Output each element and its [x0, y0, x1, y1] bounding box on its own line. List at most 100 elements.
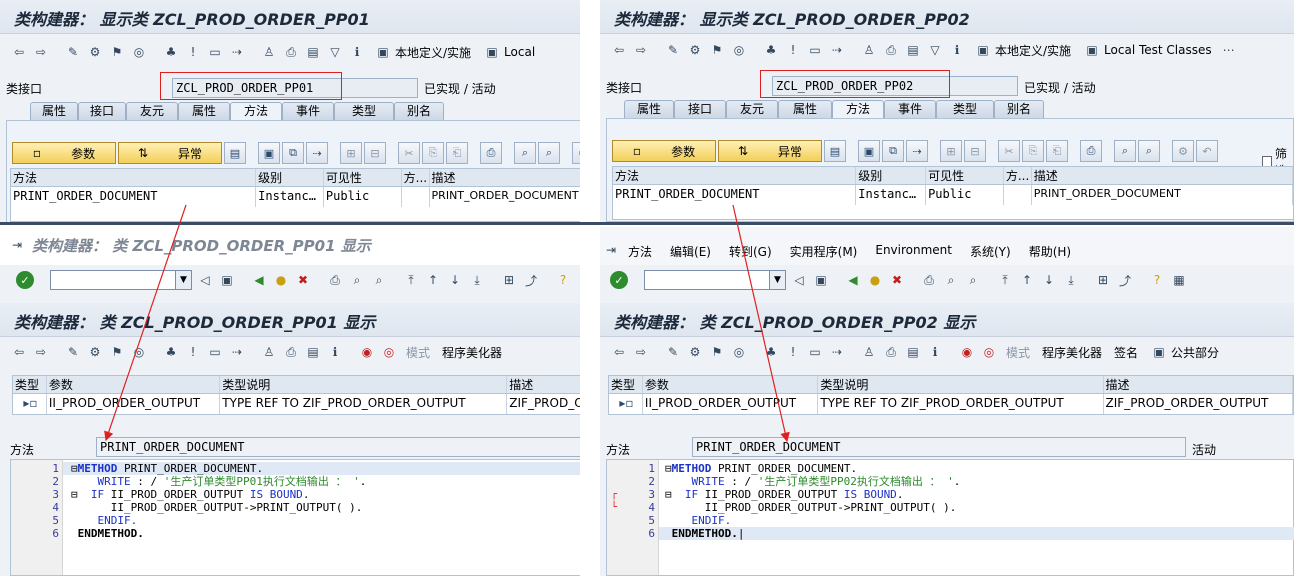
info-icon[interactable]: ℹ — [348, 43, 366, 61]
cell-description[interactable]: ZIF_PROD_ORDER_OUTPUT — [1104, 394, 1293, 414]
cell-description[interactable]: PRINT_ORDER_DOCUMENT — [430, 187, 580, 207]
find-icon[interactable]: ⌕ — [1114, 140, 1136, 162]
navigate-object-icon[interactable]: ⇢ — [306, 142, 328, 164]
window-icon[interactable]: ▤ — [304, 43, 322, 61]
find-next-icon[interactable]: ⌕ — [538, 142, 560, 164]
window-icon[interactable]: ▤ — [304, 343, 322, 361]
menu-system[interactable]: 系统(Y) — [970, 243, 1011, 260]
navigate-icon[interactable]: ⇢ — [228, 343, 246, 361]
filter-icon[interactable]: ▽ — [326, 43, 344, 61]
find-icon[interactable]: ⌕ — [348, 271, 366, 289]
tab-attributes-2[interactable]: 属性 — [178, 102, 230, 120]
col-description[interactable]: 描述 — [1104, 376, 1293, 393]
cut-icon[interactable]: ✂ — [398, 142, 420, 164]
back-arrow-icon[interactable]: ⇦ — [610, 343, 628, 361]
command-field[interactable]: ▼ — [644, 270, 786, 290]
find-next-icon[interactable]: ⌕ — [964, 271, 982, 289]
settings-icon[interactable]: ⚙ — [572, 142, 580, 164]
activate-icon[interactable]: ⚑ — [108, 343, 126, 361]
activate-icon[interactable]: ⚑ — [708, 41, 726, 59]
save-icon[interactable]: ▣ — [218, 271, 236, 289]
tree-icon[interactable]: ♙ — [860, 343, 878, 361]
back-arrow-icon[interactable]: ⇦ — [10, 43, 28, 61]
detail-view-icon[interactable]: ▤ — [224, 142, 246, 164]
insert-row-icon[interactable]: ⊞ — [340, 142, 362, 164]
prev-page-icon[interactable]: ↑ — [424, 271, 442, 289]
exit-yellow-icon[interactable]: ● — [272, 271, 290, 289]
delete-breakpoint-icon[interactable]: ◎ — [380, 343, 398, 361]
next-page-icon[interactable]: ↓ — [446, 271, 464, 289]
back-green-icon[interactable]: ◀ — [250, 271, 268, 289]
cell-method[interactable]: PRINT_ORDER_DOCUMENT — [613, 185, 857, 205]
command-dropdown-icon[interactable]: ▼ — [175, 271, 191, 289]
navigate-icon[interactable]: ⇢ — [828, 343, 846, 361]
col-visibility[interactable]: 可见性 — [324, 169, 402, 186]
help-icon[interactable]: ? — [554, 271, 572, 289]
last-page-icon[interactable]: ⤓ — [1062, 271, 1080, 289]
delete-breakpoint-icon[interactable]: ◎ — [980, 343, 998, 361]
tab-attributes-1[interactable]: 属性 — [30, 102, 78, 120]
first-page-icon[interactable]: ⤒ — [996, 271, 1014, 289]
activate-icon[interactable]: ⚑ — [708, 343, 726, 361]
copy-object-icon[interactable]: ⧉ — [882, 140, 904, 162]
copy-icon[interactable]: ⎘ — [422, 142, 444, 164]
tab-aliases[interactable]: 别名 — [394, 102, 444, 120]
table-row[interactable]: ▸▫ II_PROD_ORDER_OUTPUT TYPE REF TO ZIF_… — [609, 394, 1293, 414]
undo-icon[interactable]: ↶ — [1196, 140, 1218, 162]
back-green-icon[interactable]: ◀ — [844, 271, 862, 289]
command-field[interactable]: ▼ — [50, 270, 192, 290]
print-icon[interactable]: ⎙ — [882, 41, 900, 59]
cell-level[interactable]: Instanc… — [256, 187, 324, 207]
display-object-icon[interactable]: ▭ — [206, 343, 224, 361]
local-button[interactable]: ▣ Local — [479, 42, 539, 62]
col-method-type[interactable]: 方... — [402, 169, 430, 186]
source-code[interactable]: ⊟METHOD PRINT_ORDER_DOCUMENT. WRITE : / … — [665, 462, 960, 540]
more-icon[interactable]: ⋯ — [1220, 41, 1238, 59]
col-method[interactable]: 方法 — [11, 169, 257, 186]
filter-icon[interactable]: ▽ — [926, 41, 944, 59]
window-icon[interactable]: ▤ — [904, 343, 922, 361]
forward-arrow-icon[interactable]: ⇨ — [632, 41, 650, 59]
cell-method[interactable]: PRINT_ORDER_DOCUMENT — [11, 187, 257, 207]
cell-parameter[interactable]: II_PROD_ORDER_OUTPUT — [47, 394, 221, 414]
info-pin-icon[interactable]: ! — [784, 343, 802, 361]
pretty-printer-button[interactable]: 程序美化器 — [1038, 342, 1106, 362]
back-arrow-icon[interactable]: ⇦ — [10, 343, 28, 361]
source-code-icon[interactable]: ▣ — [858, 140, 880, 162]
print-icon[interactable]: ⎙ — [282, 43, 300, 61]
window-menu-icon[interactable]: ⇥ — [602, 241, 620, 259]
back-arrow-icon[interactable]: ⇦ — [610, 41, 628, 59]
table-row[interactable]: ▸▫ II_PROD_ORDER_OUTPUT TYPE REF TO ZIF_… — [13, 394, 580, 414]
table-row[interactable]: PRINT_ORDER_DOCUMENT Instanc… Public PRI… — [613, 185, 1293, 205]
fold-marker-icon[interactable]: ⊟ — [71, 462, 78, 475]
shortcut-icon[interactable]: ⤴ — [1116, 271, 1134, 289]
tab-types[interactable]: 类型 — [936, 100, 994, 118]
print-icon[interactable]: ⎙ — [882, 343, 900, 361]
print-list-icon[interactable]: ⎙ — [1080, 140, 1102, 162]
col-description[interactable]: 描述 — [1032, 167, 1293, 184]
find-icon[interactable]: ⌕ — [942, 271, 960, 289]
print-icon[interactable]: ⎙ — [282, 343, 300, 361]
col-type-spec[interactable]: 类型说明 — [220, 376, 508, 393]
display-object-icon[interactable]: ▭ — [806, 343, 824, 361]
local-test-classes-button[interactable]: ▣ Local Test Classes — [1079, 40, 1216, 60]
tab-events[interactable]: 事件 — [282, 102, 334, 120]
source-code[interactable]: ⊟METHOD PRINT_ORDER_DOCUMENT. WRITE : / … — [71, 462, 366, 540]
cell-method-type[interactable] — [1004, 185, 1032, 205]
new-session-icon[interactable]: ⊞ — [500, 271, 518, 289]
display-change-icon[interactable]: ✎ — [664, 41, 682, 59]
menu-edit[interactable]: 编辑(E) — [670, 243, 711, 260]
public-section-button[interactable]: ▣ 公共部分 — [1146, 342, 1223, 362]
check-icon[interactable]: ⚙ — [686, 343, 704, 361]
tab-friends[interactable]: 友元 — [126, 102, 178, 120]
cell-type-spec[interactable]: TYPE REF TO ZIF_PROD_ORDER_OUTPUT — [220, 394, 508, 414]
check-icon[interactable]: ⚙ — [86, 43, 104, 61]
paste-icon[interactable]: ⎗ — [446, 142, 468, 164]
parameters-button[interactable]: ▫ 参数 — [12, 142, 116, 164]
enter-check-icon[interactable]: ✓ — [610, 271, 628, 289]
cancel-red-icon[interactable]: ✖ — [294, 271, 312, 289]
col-method[interactable]: 方法 — [613, 167, 857, 184]
tab-events[interactable]: 事件 — [884, 100, 936, 118]
tree-icon[interactable]: ♙ — [260, 43, 278, 61]
insert-row-icon[interactable]: ⊞ — [940, 140, 962, 162]
